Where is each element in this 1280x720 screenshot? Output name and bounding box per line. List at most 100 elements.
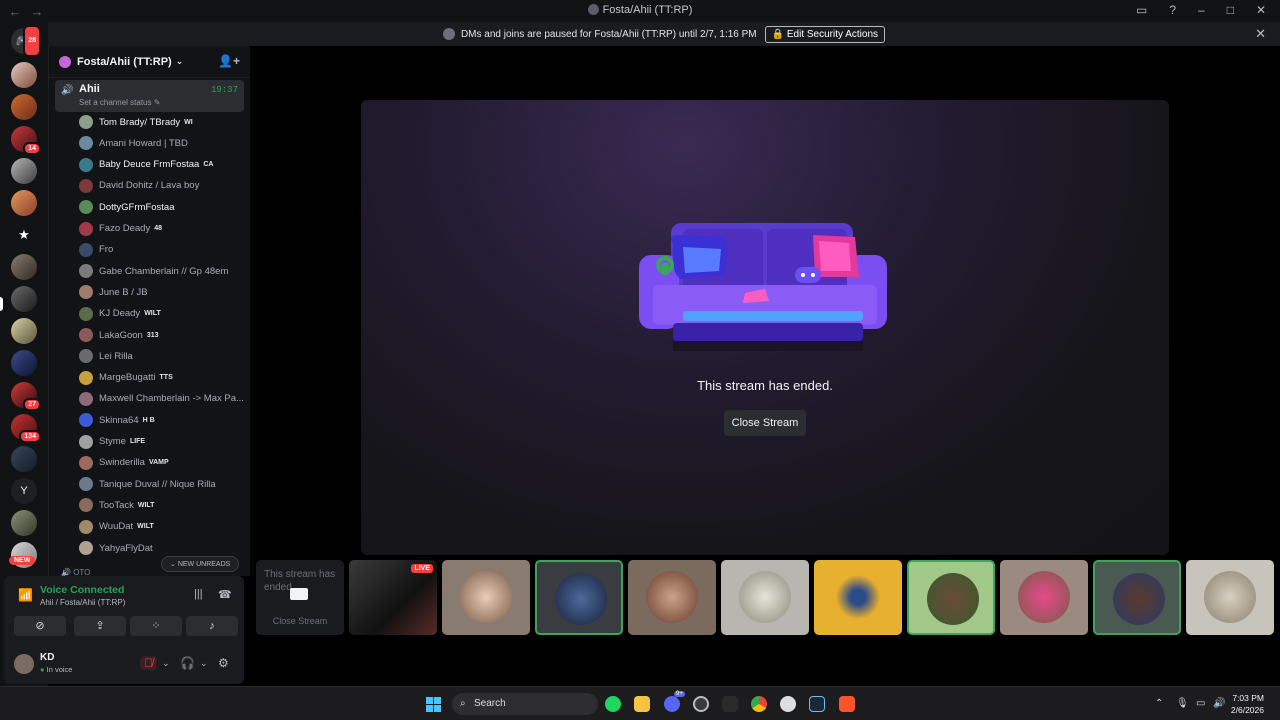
chevron-up-icon[interactable]: ⌃ [1155,698,1163,709]
deafen-options-chevron-icon[interactable]: ⌄ [200,658,208,669]
activities-button[interactable]: ⁘ [130,616,182,636]
voice-member[interactable]: Amani Howard | TBD [79,135,250,151]
ended-stream-tile[interactable]: This stream has ended. Close Stream [256,560,344,635]
invite-people-icon[interactable]: 👤+ [218,54,240,68]
avatar [79,221,93,236]
next-channel[interactable]: 🔊 OTO [61,568,90,576]
server-icon[interactable] [11,510,37,536]
edit-security-actions-button[interactable]: 🔒 Edit Security Actions [764,25,886,43]
maximize-button[interactable]: □ [1227,3,1234,17]
participant-tile[interactable] [1186,560,1274,635]
server-icon[interactable] [11,446,37,472]
server-icon[interactable] [11,62,37,88]
headphones-button[interactable]: 🎧 [180,656,195,670]
voice-member[interactable]: YahyaFlyDat⊘ [79,540,250,556]
participant-tile[interactable] [907,560,995,635]
app-icon[interactable] [780,696,796,712]
mute-mic-button[interactable]: 🎙̸ [140,656,157,670]
connection-signal-icon[interactable]: 📶 [18,588,33,602]
close-stream-button[interactable]: Close Stream [724,410,806,436]
shield-icon [442,28,455,40]
voice-member[interactable]: Tanique Duval // Nique Rilla⊘ [79,476,250,492]
participant-tile[interactable] [721,560,809,635]
server-icon[interactable] [11,254,37,280]
discord-icon[interactable] [664,696,680,712]
voice-member[interactable]: LakaGoon 313 [79,327,250,343]
banner-close-icon[interactable]: ✕ [1255,26,1266,42]
server-icon[interactable]: 14 [11,126,41,155]
member-tag: CA [203,161,214,169]
voice-member[interactable]: Maxwell Chamberlain -> Max Pa... [79,391,250,407]
avatar [79,200,93,215]
noise-suppression-icon[interactable]: ||| [194,588,203,600]
inbox-icon[interactable]: ▭ [1136,3,1147,17]
voice-member[interactable]: KJ DeadyWILT⊘ [79,306,250,322]
server-icon[interactable] [11,190,37,216]
voice-member[interactable]: Tom Brady/ TBradyWILIVE [79,114,250,130]
new-unreads-pill[interactable]: ⌄ NEW UNREADS [161,556,240,572]
server-icon[interactable] [11,286,37,312]
server-header[interactable]: Fosta/Ahii (TT:RP) ⌄ 👤+ [49,46,250,78]
voice-member[interactable]: Baby Deuce FrmFostaa CA [79,157,250,173]
letter-server-button[interactable]: Y [11,478,37,504]
voice-member[interactable]: Gabe Chamberlain // Gp 48em [79,263,250,279]
member-tag: VAMP [148,459,169,467]
settings-gear-icon[interactable]: ⚙ [218,656,229,670]
microphone-icon[interactable]: 🎙 [1176,698,1189,709]
chrome-icon[interactable] [751,696,767,712]
server-icon[interactable]: 134 [11,414,41,443]
voice-member[interactable]: Lei Rilla [79,348,250,364]
voice-member[interactable]: Fazo Deady48⊘ [79,221,250,237]
participant-tile[interactable] [814,560,902,635]
taskbar-search[interactable]: ⌕ Search [452,693,598,715]
steam-icon[interactable] [809,696,825,712]
sofa-illustration [639,223,887,351]
epic-games-icon[interactable] [722,696,738,712]
volume-icon[interactable]: 🔊 [1213,698,1225,709]
voice-member[interactable]: Fro⊘ [79,242,250,258]
spotify-icon[interactable] [605,696,621,712]
participant-tile[interactable] [535,560,623,635]
voice-channel-ahii[interactable]: 🔊 Ahii 19:37 Set a channel status ✎ [55,80,244,112]
mic-options-chevron-icon[interactable]: ⌄ [162,658,170,669]
avatar[interactable] [14,654,34,674]
voice-member[interactable]: WuuDatWILT⊘ [79,519,250,535]
file-explorer-icon[interactable] [634,696,650,712]
set-channel-status[interactable]: Set a channel status ✎ [79,98,244,107]
participant-tile[interactable] [1000,560,1088,635]
server-icon[interactable] [11,158,37,184]
avatar [79,285,93,300]
voice-member[interactable]: Swinderilla VAMP [79,455,250,471]
camera-off-button[interactable]: ⊘ [14,616,66,636]
server-icon[interactable]: 27 [11,382,41,411]
screen-share-button[interactable]: ⇪ [74,616,126,636]
soundboard-button[interactable]: ♪ [186,616,238,636]
close-window-button[interactable]: ✕ [1256,3,1266,17]
voice-member[interactable]: MargeBugatti TTS [79,370,250,386]
windows-start-icon[interactable] [426,697,442,713]
direct-messages-button[interactable]: 🎮28 [11,25,41,57]
taskbar-clock[interactable]: 7:03 PM 2/6/2026 [1231,692,1264,716]
network-icon[interactable]: ▭ [1196,698,1205,709]
voice-member[interactable]: June B / JB⊘ [79,284,250,300]
server-icon[interactable] [11,94,37,120]
voice-member[interactable]: Styme LIFE [79,434,250,450]
help-icon[interactable]: ? [1169,3,1176,17]
participant-tile[interactable] [628,560,716,635]
minimize-button[interactable]: – [1198,3,1205,17]
disconnect-icon[interactable]: ☎ [218,588,232,601]
participant-tile[interactable] [1093,560,1181,635]
server-icon[interactable] [11,318,37,344]
avatar [832,571,884,623]
server-icon[interactable] [11,350,37,376]
voice-member[interactable]: TooTackWILT⊘ [79,497,250,513]
brave-icon[interactable] [839,696,855,712]
new-badge[interactable]: NEW [9,556,36,565]
live-stream-tile[interactable]: LIVE [349,560,437,635]
star-server-icon[interactable]: ★ [11,222,37,248]
app-icon[interactable] [693,696,709,712]
voice-member[interactable]: DottyGFrmFostaa [79,199,250,215]
voice-member[interactable]: David Dohitz / Lava boy⊘ [79,178,250,194]
voice-member[interactable]: Skinna64H B⊘ [79,412,250,428]
participant-tile[interactable] [442,560,530,635]
